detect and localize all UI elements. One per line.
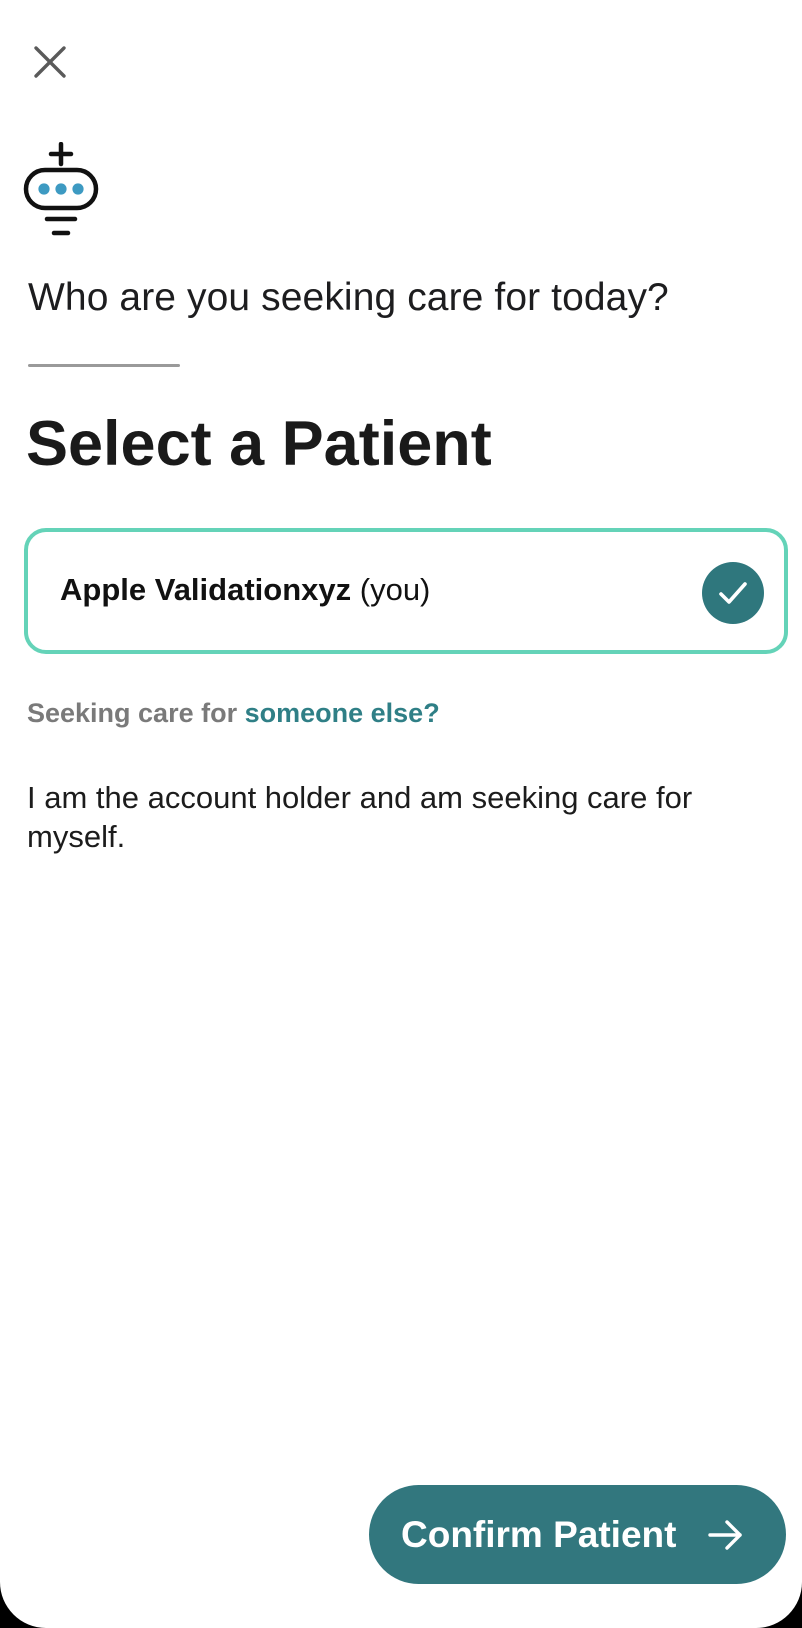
patient-name: Apple Validationxyz (you): [60, 572, 430, 608]
someone-else-link[interactable]: someone else?: [245, 698, 440, 728]
patient-you-label: (you): [359, 572, 431, 607]
someone-else-row: Seeking care for someone else?: [27, 698, 440, 729]
app-screen: Who are you seeking care for today? Sele…: [0, 0, 802, 1628]
arrow-right-icon: [708, 1519, 742, 1550]
patient-name-label: Apple Validationxyz: [60, 572, 352, 607]
patient-option-card[interactable]: Apple Validationxyz (you): [24, 528, 788, 654]
divider: [28, 364, 180, 367]
someone-else-prefix: Seeking care for: [27, 698, 238, 728]
chat-plus-logo-icon: [23, 142, 99, 236]
question-text: Who are you seeking care for today?: [28, 276, 669, 319]
close-button[interactable]: [28, 40, 72, 84]
close-icon: [34, 46, 66, 78]
description-text: I am the account holder and am seeking c…: [27, 780, 693, 854]
confirm-patient-label: Confirm Patient: [401, 1513, 677, 1555]
confirm-patient-button[interactable]: Confirm Patient: [369, 1485, 786, 1584]
page-title: Select a Patient: [26, 409, 492, 479]
selected-indicator: [702, 562, 764, 624]
checkmark-icon: [719, 582, 747, 604]
